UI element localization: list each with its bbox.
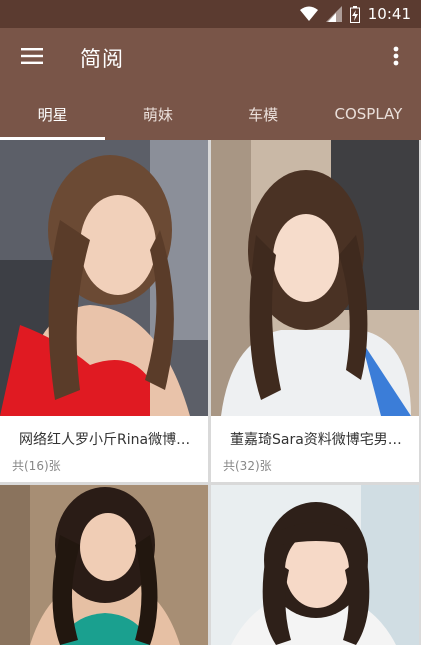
signal-icon	[325, 6, 342, 22]
gallery-card[interactable]	[0, 485, 208, 645]
card-count: 共(16)张	[12, 459, 61, 473]
app-bar: 简阅	[0, 28, 421, 88]
tab-bar: 明星 萌妹 车模 COSPLAY	[0, 88, 421, 140]
gallery-card[interactable]	[211, 485, 419, 645]
tab-cosplay[interactable]: COSPLAY	[316, 88, 421, 140]
card-count: 共(32)张	[223, 459, 272, 473]
card-thumbnail	[211, 485, 419, 645]
card-thumbnail	[0, 485, 208, 645]
gallery-card[interactable]: 网络红人罗小斤Rina微博… 共(16)张	[0, 140, 208, 482]
card-title: 董嘉琦Sara资料微博宅男…	[230, 432, 402, 448]
gallery-card[interactable]: 董嘉琦Sara资料微博宅男… 共(32)张	[211, 140, 419, 482]
battery-icon	[349, 5, 360, 23]
card-title: 网络红人罗小斤Rina微博…	[19, 432, 191, 448]
wifi-icon	[299, 6, 318, 22]
gallery-grid: 网络红人罗小斤Rina微博… 共(16)张 董嘉琦Sara资料微博宅男… 共(3…	[0, 140, 421, 645]
card-thumbnail	[211, 140, 419, 416]
hamburger-menu-icon	[21, 48, 43, 68]
app-title: 简阅	[80, 47, 124, 71]
card-thumbnail	[0, 140, 208, 416]
tab-car-models[interactable]: 车模	[211, 88, 316, 140]
card-info: 网络红人罗小斤Rina微博… 共(16)张	[0, 416, 208, 482]
more-options-button[interactable]	[371, 28, 421, 88]
tab-cute-girls[interactable]: 萌妹	[105, 88, 210, 140]
tab-stars[interactable]: 明星	[0, 88, 106, 140]
status-bar: 10:41	[0, 0, 421, 28]
more-vert-icon	[393, 46, 399, 70]
status-time: 10:41	[367, 5, 411, 23]
menu-button[interactable]	[0, 28, 64, 88]
card-info: 董嘉琦Sara资料微博宅男… 共(32)张	[211, 416, 419, 482]
